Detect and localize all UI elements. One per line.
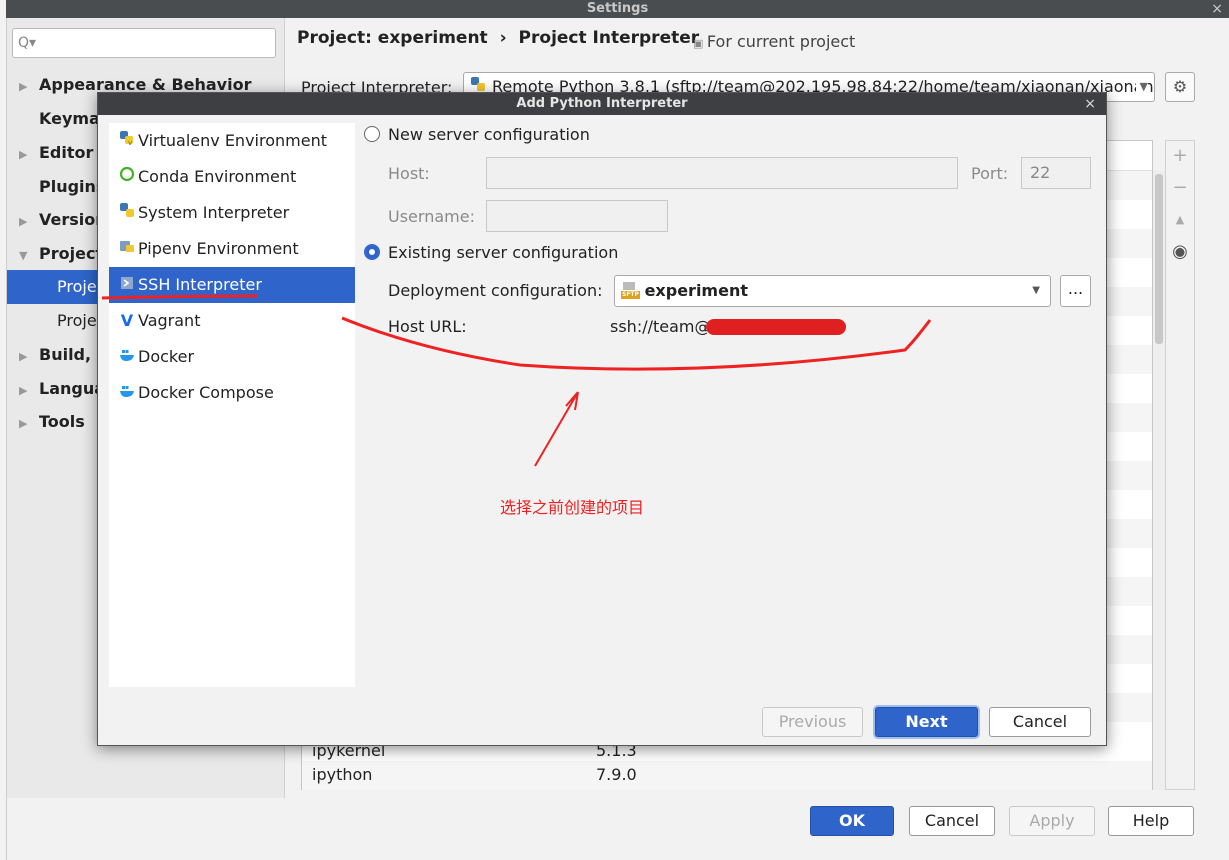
annotation-overlay <box>101 294 932 467</box>
annotation-loop <box>341 316 932 371</box>
annotation-arrow <box>534 391 579 467</box>
annotation-text: 选择之前创建的项目 <box>500 498 645 517</box>
annotation-underline <box>101 294 259 300</box>
